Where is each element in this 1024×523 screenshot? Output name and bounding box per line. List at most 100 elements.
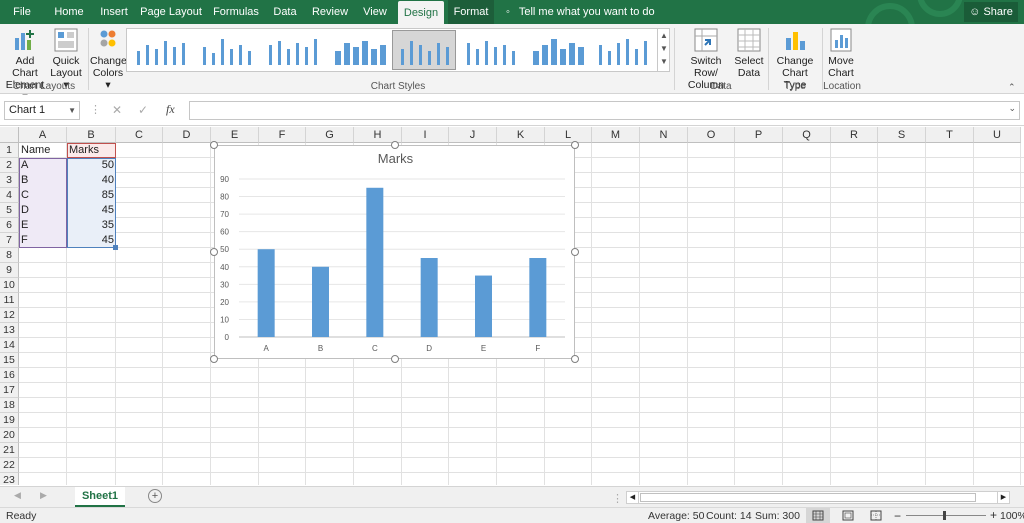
page-break-view-button[interactable] [866,508,886,523]
chart-style-3[interactable] [261,31,323,69]
collapse-ribbon-icon[interactable]: ⌃ [1008,82,1016,93]
cell-b1[interactable]: Marks [67,143,116,158]
row-header-18[interactable]: 18 [0,398,19,413]
enter-icon[interactable]: ✓ [138,103,148,117]
cell-b7[interactable]: 45 [67,233,116,248]
scroll-left-icon[interactable]: ◀ [627,492,639,503]
column-header-c[interactable]: C [116,127,163,143]
tell-me-box[interactable]: ◦ Tell me what you want to do [506,0,656,24]
tab-formulas[interactable]: Formulas [212,0,260,24]
column-header-r[interactable]: R [831,127,878,143]
chart-bar[interactable] [366,187,384,337]
select-data-button[interactable]: Select Data [734,28,764,79]
resize-handle[interactable] [571,141,579,149]
chart-bar[interactable] [257,249,275,337]
row-header-15[interactable]: 15 [0,353,19,368]
zoom-level[interactable]: 100% [1000,510,1024,522]
row-header-7[interactable]: 7 [0,233,19,248]
resize-handle[interactable] [571,248,579,256]
row-header-12[interactable]: 12 [0,308,19,323]
chart-style-7[interactable] [525,31,587,69]
zoom-slider[interactable] [906,511,986,520]
cell-b4[interactable]: 85 [67,188,116,203]
tab-review[interactable]: Review [310,0,350,24]
row-header-13[interactable]: 13 [0,323,19,338]
row-header-22[interactable]: 22 [0,458,19,473]
row-header-20[interactable]: 20 [0,428,19,443]
cell-b5[interactable]: 45 [67,203,116,218]
prev-sheet-icon[interactable]: ◀ [14,490,21,501]
chart-styles-gallery[interactable]: ▲ ▼ ▼ [126,28,670,72]
cell-a4[interactable]: C [19,188,67,203]
row-header-10[interactable]: 10 [0,278,19,293]
column-header-e[interactable]: E [211,127,259,143]
resize-handle[interactable] [390,355,399,363]
horizontal-scrollbar[interactable]: ◀ ▶ [626,491,1010,504]
cell-a5[interactable]: D [19,203,67,218]
sheet-tab-sheet1[interactable]: Sheet1 [75,487,125,507]
expand-formula-icon[interactable]: ⌄ [1008,103,1016,114]
chart-style-6[interactable] [459,31,521,69]
column-header-i[interactable]: I [402,127,449,143]
column-header-p[interactable]: P [735,127,783,143]
column-header-b[interactable]: B [67,127,116,143]
chart-object[interactable]: Marks 0 10 20 30 40 50 60 70 80 90 A B C D E F [214,145,575,359]
resize-handle[interactable] [210,141,218,149]
next-sheet-icon[interactable]: ▶ [40,490,47,501]
chart-bar[interactable] [312,266,329,337]
new-sheet-button[interactable]: + [148,489,162,503]
page-layout-view-button[interactable] [838,508,858,523]
normal-view-button[interactable] [806,508,830,523]
row-header-4[interactable]: 4 [0,188,19,203]
scroll-right-icon[interactable]: ▶ [997,492,1009,503]
tab-data[interactable]: Data [270,0,300,24]
column-header-f[interactable]: F [259,127,306,143]
chart-bar[interactable] [420,258,438,337]
tab-file[interactable]: File [8,0,36,24]
row-header-11[interactable]: 11 [0,293,19,308]
row-header-6[interactable]: 6 [0,218,19,233]
column-header-t[interactable]: T [926,127,974,143]
chart-style-4[interactable] [327,31,389,69]
row-header-19[interactable]: 19 [0,413,19,428]
column-header-l[interactable]: L [545,127,592,143]
cell-a3[interactable]: B [19,173,67,188]
change-colors-button[interactable]: Change Colors ▾ [90,28,127,91]
row-header-9[interactable]: 9 [0,263,19,278]
tab-insert[interactable]: Insert [98,0,130,24]
column-header-a[interactable]: A [19,127,67,143]
scroll-up-icon[interactable]: ▲ [658,29,670,42]
row-header-2[interactable]: 2 [0,158,19,173]
column-header-s[interactable]: S [878,127,926,143]
gallery-scroll[interactable]: ▲ ▼ ▼ [657,29,670,71]
cell-b2[interactable]: 50 [67,158,116,173]
column-header-o[interactable]: O [688,127,735,143]
range-resize-handle[interactable] [113,245,118,250]
column-header-g[interactable]: G [306,127,354,143]
column-header-d[interactable]: D [163,127,211,143]
resize-handle[interactable] [390,141,399,149]
column-header-j[interactable]: J [449,127,497,143]
chart-style-1[interactable] [129,31,191,69]
row-header-5[interactable]: 5 [0,203,19,218]
share-button[interactable]: ☺ Share [964,2,1018,22]
column-header-m[interactable]: M [592,127,640,143]
chevron-down-icon[interactable]: ▼ [68,102,76,119]
more-icon[interactable]: ⋮ [90,103,101,116]
select-all-corner[interactable] [0,127,19,143]
row-header-17[interactable]: 17 [0,383,19,398]
column-header-n[interactable]: N [640,127,688,143]
tab-page-layout[interactable]: Page Layout [140,0,202,24]
scroll-thumb[interactable] [640,493,976,502]
cell-b6[interactable]: 35 [67,218,116,233]
chart-style-8[interactable] [591,31,653,69]
more-icon[interactable]: ⋮ [612,492,623,505]
chart-bar[interactable] [475,275,492,337]
row-header-8[interactable]: 8 [0,248,19,263]
row-header-3[interactable]: 3 [0,173,19,188]
row-header-16[interactable]: 16 [0,368,19,383]
chart-style-5[interactable] [392,30,456,70]
column-header-k[interactable]: K [497,127,545,143]
row-header-21[interactable]: 21 [0,443,19,458]
cell-a2[interactable]: A [19,158,67,173]
